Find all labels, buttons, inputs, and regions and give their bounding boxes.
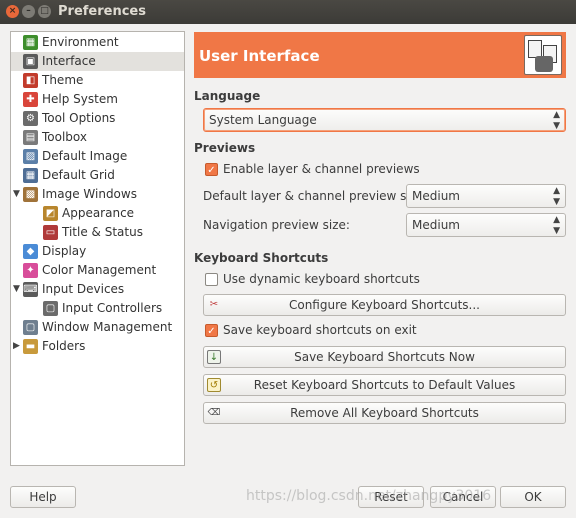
watermark-text: https://blog.csdn.net/zhangpy3016	[246, 488, 492, 504]
environment-icon: ▦	[23, 35, 38, 50]
enable-previews-label: Enable layer & channel previews	[223, 162, 420, 176]
tree-item-default-image[interactable]: ▨ Default Image	[11, 147, 184, 166]
minimize-icon[interactable]: –	[22, 5, 35, 18]
combo-arrows-icon: ▲ ▼	[553, 186, 560, 207]
reset-icon: ↺	[207, 378, 221, 392]
title-status-icon: ▭	[43, 225, 58, 240]
help-lifebuoy-icon: ✚	[23, 92, 38, 107]
tree-item-tool-options[interactable]: ⚙ Tool Options	[11, 109, 184, 128]
toolbox-icon: ▤	[23, 130, 38, 145]
save-on-exit-label: Save keyboard shortcuts on exit	[223, 323, 417, 337]
tool-options-icon: ⚙	[23, 111, 38, 126]
tree-item-appearance[interactable]: ◩ Appearance	[11, 204, 184, 223]
theme-icon: ◧	[23, 73, 38, 88]
preferences-category-tree[interactable]: ▦ Environment ▣ Interface ◧ Theme ✚ Help System…	[10, 31, 185, 466]
tree-item-label: Tool Options	[42, 111, 116, 125]
expander-expanded-icon[interactable]: ▼	[13, 280, 20, 299]
dynamic-shortcuts-label: Use dynamic keyboard shortcuts	[223, 272, 420, 286]
color-management-icon: ✦	[23, 263, 38, 278]
preferences-window: × – □ Preferences ▦ Environment ▣ Interface…	[0, 0, 576, 518]
save-icon: ↓	[207, 350, 221, 364]
expander-expanded-icon[interactable]: ▼	[13, 185, 20, 204]
window-title: Preferences	[58, 4, 146, 19]
tree-item-label: Environment	[42, 35, 119, 49]
tree-item-folders[interactable]: ▶ ▬ Folders	[11, 337, 184, 356]
close-icon[interactable]: ×	[6, 5, 19, 18]
tools-icon: ✂	[209, 299, 219, 310]
tree-item-label: Theme	[42, 73, 84, 87]
tree-item-label: Display	[42, 244, 87, 258]
tree-item-label: Image Windows	[42, 187, 137, 201]
configure-shortcuts-label: Configure Keyboard Shortcuts...	[288, 298, 480, 312]
tree-item-label: Help System	[42, 92, 118, 106]
tree-item-window-management[interactable]: ▢ Window Management	[11, 318, 184, 337]
maximize-icon[interactable]: □	[38, 5, 51, 18]
clear-icon: ⌫	[207, 408, 221, 418]
tree-item-input-devices[interactable]: ▼ ⌨ Input Devices	[11, 280, 184, 299]
tree-item-label: Default Image	[42, 149, 128, 163]
layer-preview-size-label: Default layer & channel preview size:	[203, 189, 428, 203]
navigation-preview-size-select[interactable]: Medium ▲ ▼	[406, 213, 566, 237]
input-controllers-icon: ▢	[43, 301, 58, 316]
tree-item-default-grid[interactable]: ▦ Default Grid	[11, 166, 184, 185]
default-grid-icon: ▦	[23, 168, 38, 183]
reset-shortcuts-button[interactable]: ↺ Reset Keyboard Shortcuts to Default Va…	[203, 374, 566, 396]
interface-preferences-icon	[524, 35, 562, 75]
combo-arrows-icon: ▲ ▼	[553, 215, 560, 236]
tree-item-label: Input Devices	[42, 282, 125, 296]
help-button[interactable]: Help	[10, 486, 76, 508]
configure-shortcuts-button[interactable]: ✂ Configure Keyboard Shortcuts...	[203, 294, 566, 316]
navigation-preview-size-label: Navigation preview size:	[203, 218, 350, 232]
language-section-title: Language	[194, 89, 261, 103]
folders-icon: ▬	[23, 339, 38, 354]
display-icon: ◆	[23, 244, 38, 259]
save-on-exit-checkbox[interactable]: ✓	[205, 324, 218, 337]
tree-item-label: Toolbox	[42, 130, 87, 144]
keyboard-shortcuts-section-title: Keyboard Shortcuts	[194, 251, 329, 265]
tree-item-label: Appearance	[62, 206, 135, 220]
image-windows-icon: ▩	[23, 187, 38, 202]
title-bar[interactable]: × – □ Preferences	[0, 0, 576, 24]
tree-item-environment[interactable]: ▦ Environment	[11, 33, 184, 52]
previews-section-title: Previews	[194, 141, 256, 155]
tree-item-display[interactable]: ◆ Display	[11, 242, 184, 261]
reset-shortcuts-label: Reset Keyboard Shortcuts to Default Valu…	[253, 378, 516, 392]
tree-item-label: Window Management	[42, 320, 173, 334]
appearance-icon: ◩	[43, 206, 58, 221]
default-image-icon: ▨	[23, 149, 38, 164]
navigation-preview-size-value: Medium	[412, 218, 460, 232]
page-header: User Interface	[194, 32, 566, 78]
interface-icon: ▣	[23, 54, 38, 69]
language-select[interactable]: System Language ▲ ▼	[203, 108, 566, 132]
tree-item-color-management[interactable]: ✦ Color Management	[11, 261, 184, 280]
save-shortcuts-now-label: Save Keyboard Shortcuts Now	[294, 350, 475, 364]
layer-preview-size-value: Medium	[412, 189, 460, 203]
tree-item-label: Title & Status	[62, 225, 143, 239]
window-management-icon: ▢	[23, 320, 38, 335]
ok-button[interactable]: OK	[500, 486, 566, 508]
tree-item-title-status[interactable]: ▭ Title & Status	[11, 223, 184, 242]
enable-previews-checkbox[interactable]: ✓	[205, 163, 218, 176]
remove-all-shortcuts-label: Remove All Keyboard Shortcuts	[290, 406, 479, 420]
tree-item-input-controllers[interactable]: ▢ Input Controllers	[11, 299, 184, 318]
remove-all-shortcuts-button[interactable]: ⌫ Remove All Keyboard Shortcuts	[203, 402, 566, 424]
tree-item-interface[interactable]: ▣ Interface	[11, 52, 184, 71]
dynamic-shortcuts-checkbox[interactable]	[205, 273, 218, 286]
tree-item-label: Default Grid	[42, 168, 115, 182]
tree-item-image-windows[interactable]: ▼ ▩ Image Windows	[11, 185, 184, 204]
tree-item-label: Folders	[42, 339, 86, 353]
input-devices-icon: ⌨	[23, 282, 38, 297]
page-title: User Interface	[199, 47, 320, 65]
language-select-value: System Language	[209, 113, 317, 127]
expander-collapsed-icon[interactable]: ▶	[13, 337, 20, 356]
tree-item-theme[interactable]: ◧ Theme	[11, 71, 184, 90]
tree-item-label: Interface	[42, 54, 96, 68]
tree-item-label: Input Controllers	[62, 301, 163, 315]
tree-item-help-system[interactable]: ✚ Help System	[11, 90, 184, 109]
combo-arrows-icon: ▲ ▼	[553, 110, 560, 131]
save-shortcuts-now-button[interactable]: ↓ Save Keyboard Shortcuts Now	[203, 346, 566, 368]
layer-preview-size-select[interactable]: Medium ▲ ▼	[406, 184, 566, 208]
tree-item-label: Color Management	[42, 263, 157, 277]
tree-item-toolbox[interactable]: ▤ Toolbox	[11, 128, 184, 147]
